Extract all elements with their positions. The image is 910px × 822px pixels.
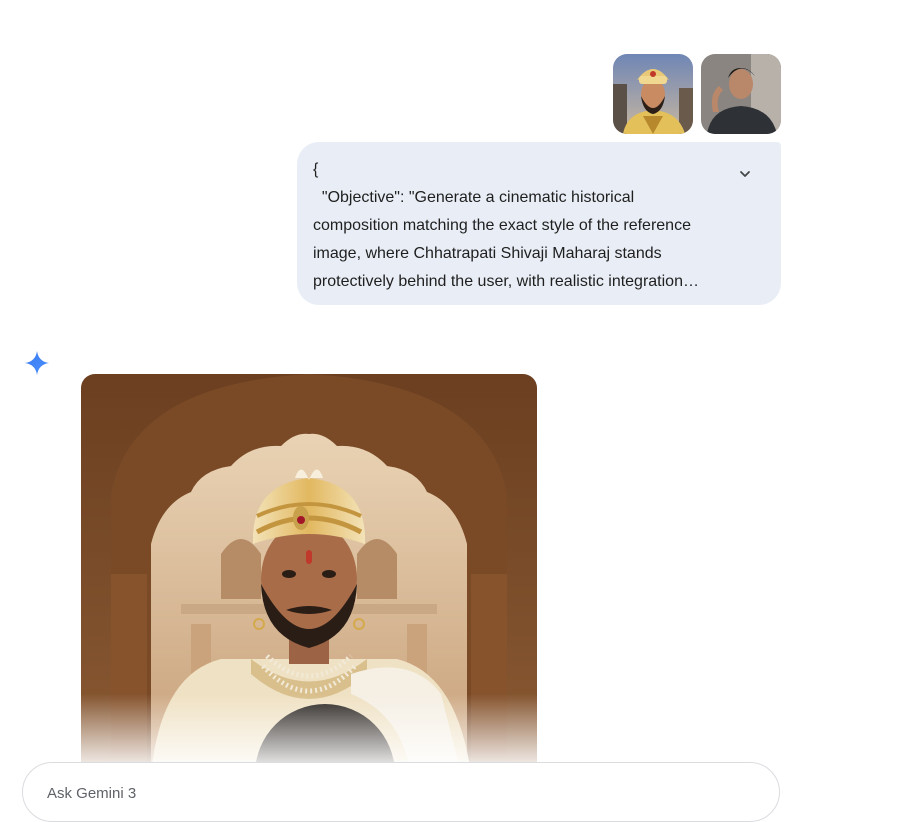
prompt-composer[interactable] <box>22 762 780 822</box>
gemini-sparkle-icon <box>24 350 50 376</box>
prompt-text: { "Objective": "Generate a cinematic his… <box>313 161 699 290</box>
shivaji-portrait-image <box>613 54 693 134</box>
user-photo-image <box>701 54 781 134</box>
prompt-input[interactable] <box>47 781 647 805</box>
expand-prompt-button[interactable] <box>731 160 759 188</box>
attachment-thumbnail-shivaji[interactable] <box>613 54 693 134</box>
chevron-down-icon <box>740 171 750 177</box>
user-prompt-bubble: { "Objective": "Generate a cinematic his… <box>297 142 781 305</box>
generated-image[interactable] <box>81 374 537 774</box>
attachment-thumbnail-user[interactable] <box>701 54 781 134</box>
generated-image-artwork <box>81 374 537 774</box>
